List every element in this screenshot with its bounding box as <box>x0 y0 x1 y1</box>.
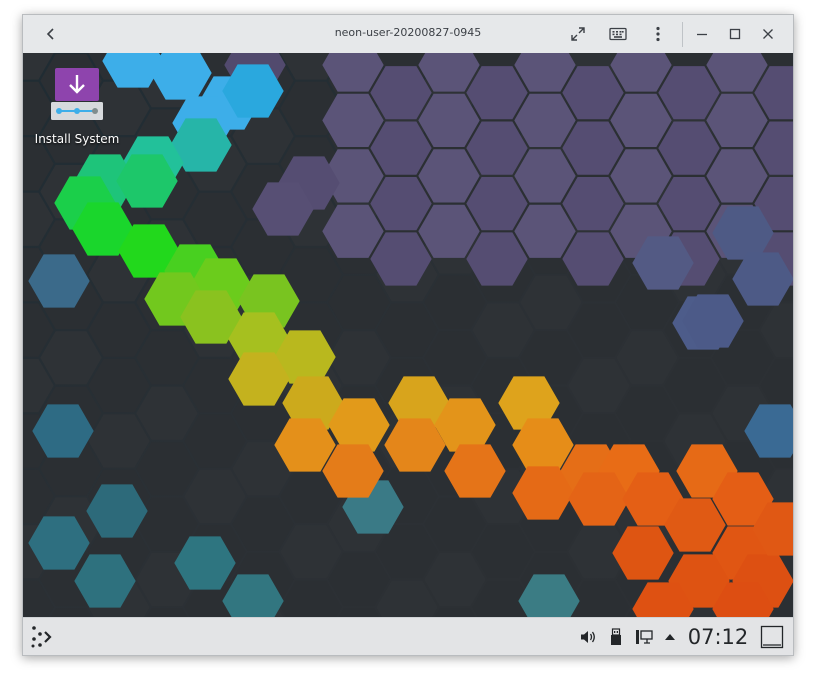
show-desktop-button[interactable] <box>759 624 785 650</box>
install-system-icon <box>51 68 103 120</box>
install-system-shortcut[interactable]: Install System <box>29 67 125 146</box>
volume-icon <box>581 631 595 643</box>
network-icon <box>636 630 653 644</box>
desktop[interactable]: Install System <box>23 53 793 617</box>
application-launcher-icon <box>31 626 52 648</box>
keyboard-icon <box>609 27 627 41</box>
fullscreen-button[interactable] <box>563 19 593 49</box>
maximize-button[interactable] <box>720 19 750 49</box>
minimize-button[interactable] <box>687 19 717 49</box>
close-button[interactable] <box>753 19 783 49</box>
close-icon <box>763 29 773 39</box>
volume-button[interactable] <box>577 624 599 650</box>
minimize-icon <box>697 33 707 36</box>
menu-button[interactable] <box>643 19 673 49</box>
expand-icon <box>571 27 585 41</box>
kebab-menu-icon <box>656 26 660 42</box>
clock[interactable]: 07:12 <box>685 624 751 650</box>
usb-device-icon <box>611 628 621 645</box>
keyboard-button[interactable] <box>603 19 633 49</box>
vm-window: neon-user-20200827-0945 Install System 0… <box>22 14 794 656</box>
show-desktop-icon <box>760 625 784 649</box>
window-title: neon-user-20200827-0945 <box>334 26 482 39</box>
network-button[interactable] <box>633 624 655 650</box>
maximize-icon <box>729 28 741 40</box>
application-launcher-button[interactable] <box>27 624 57 650</box>
title-bar[interactable]: neon-user-20200827-0945 <box>23 15 793 54</box>
expand-tray-button[interactable] <box>661 624 679 650</box>
bottom-panel: 07:12 <box>23 617 793 655</box>
title-separator <box>682 22 683 47</box>
expand-tray-icon <box>665 634 675 640</box>
usb-device-button[interactable] <box>606 624 626 650</box>
install-system-label: Install System <box>34 132 120 146</box>
hexagon-tiles <box>23 53 793 617</box>
hexagon-wallpaper <box>23 53 793 617</box>
